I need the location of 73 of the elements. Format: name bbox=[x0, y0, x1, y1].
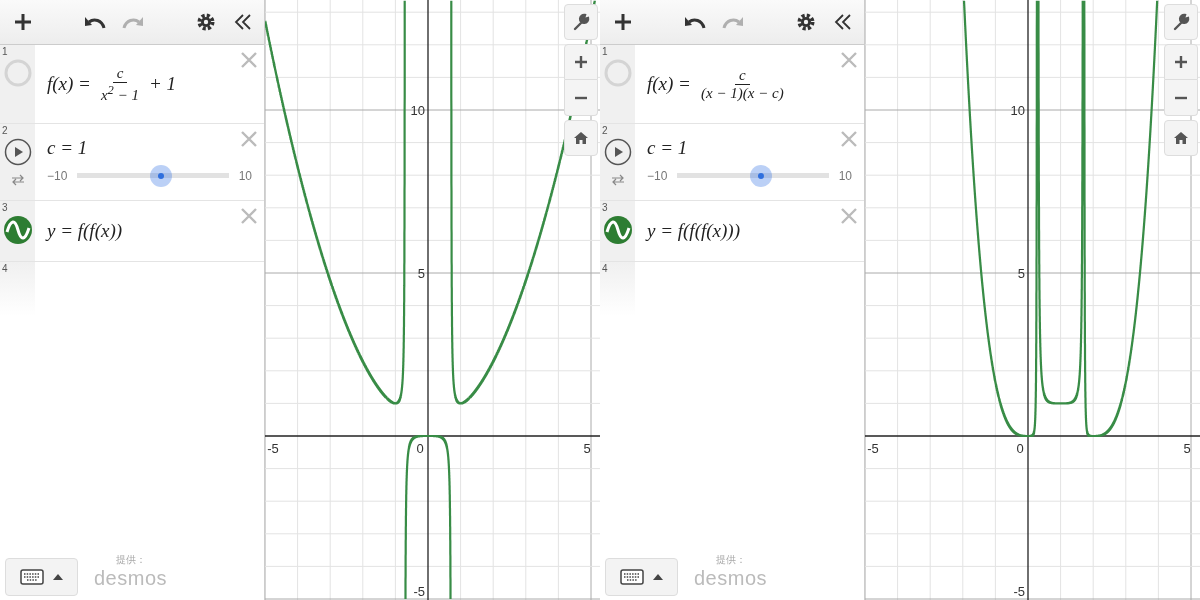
row-number: 3 bbox=[602, 202, 608, 213]
math-expression[interactable]: c = 1 bbox=[47, 137, 252, 159]
axis-label: 0 bbox=[1016, 441, 1024, 456]
credit-label: 提供： bbox=[715, 553, 746, 567]
home-icon bbox=[1173, 131, 1189, 145]
slider-max: 10 bbox=[238, 169, 252, 183]
credit-label: 提供： bbox=[115, 553, 146, 567]
settings-wrench-button[interactable] bbox=[564, 4, 598, 40]
close-icon bbox=[240, 130, 258, 148]
loop-icon[interactable] bbox=[10, 174, 25, 186]
gear-icon bbox=[796, 12, 816, 32]
slider-min: −10 bbox=[647, 169, 668, 183]
zoom-in-button[interactable] bbox=[564, 44, 598, 80]
play-icon[interactable] bbox=[3, 138, 32, 166]
keyboard-button[interactable] bbox=[5, 558, 78, 596]
graph-canvas[interactable]: -5 0 5 10 5 -5 bbox=[265, 0, 600, 600]
row-number: 2 bbox=[2, 125, 8, 136]
axis-label: 5 bbox=[1183, 441, 1191, 456]
home-icon bbox=[573, 131, 589, 145]
row-number: 4 bbox=[602, 263, 608, 274]
math-expression[interactable]: y = f(f(x)) bbox=[47, 220, 252, 242]
axis-label: -5 bbox=[867, 441, 879, 456]
plus-icon bbox=[14, 13, 32, 31]
close-icon bbox=[840, 207, 858, 225]
slider-thumb[interactable] bbox=[149, 165, 172, 187]
slider-thumb[interactable] bbox=[749, 165, 772, 187]
double-chevron-icon bbox=[834, 13, 852, 31]
close-icon bbox=[240, 207, 258, 225]
plus-icon bbox=[614, 13, 632, 31]
axis-label: 5 bbox=[583, 441, 591, 456]
add-button[interactable] bbox=[12, 11, 34, 33]
loop-icon[interactable] bbox=[610, 174, 625, 186]
axis-label: 0 bbox=[416, 441, 424, 456]
axis-label: -5 bbox=[267, 441, 279, 456]
home-button[interactable] bbox=[1164, 120, 1198, 156]
plus-icon bbox=[574, 55, 588, 69]
gear-icon bbox=[196, 12, 216, 32]
settings-wrench-button[interactable] bbox=[1164, 4, 1198, 40]
wrench-icon bbox=[572, 13, 590, 31]
play-icon[interactable] bbox=[603, 138, 632, 166]
add-button[interactable] bbox=[612, 11, 634, 33]
axis-label: 10 bbox=[410, 103, 425, 118]
axis-label: -5 bbox=[413, 584, 425, 599]
row-number: 1 bbox=[2, 46, 8, 57]
row-number: 4 bbox=[2, 263, 8, 274]
math-expression[interactable]: c = 1 bbox=[647, 137, 852, 159]
keyboard-button[interactable] bbox=[605, 558, 678, 596]
math-expression[interactable]: f(x) = c x$^{2}$ − 1 + 1 bbox=[47, 64, 252, 104]
close-icon bbox=[240, 51, 258, 69]
axis-label: -5 bbox=[1013, 584, 1025, 599]
keyboard-icon bbox=[19, 569, 44, 585]
caret-icon bbox=[51, 573, 64, 581]
row-number: 3 bbox=[2, 202, 8, 213]
graph-canvas[interactable]: -5 0 5 10 5 -5 bbox=[865, 0, 1200, 600]
wave-icon[interactable] bbox=[602, 215, 633, 245]
axis-label: 10 bbox=[1010, 103, 1025, 118]
row-number: 1 bbox=[602, 46, 608, 57]
axis-label: 5 bbox=[1017, 266, 1025, 281]
math-expression[interactable]: y = f(f(f(x))) bbox=[647, 220, 852, 242]
axis-label: 5 bbox=[417, 266, 425, 281]
close-icon bbox=[840, 130, 858, 148]
row-number: 2 bbox=[602, 125, 608, 136]
plus-icon bbox=[1174, 55, 1188, 69]
wave-icon[interactable] bbox=[2, 215, 33, 245]
double-chevron-icon bbox=[234, 13, 252, 31]
caret-icon bbox=[651, 573, 664, 581]
zoom-in-button[interactable] bbox=[1164, 44, 1198, 80]
slider-min: −10 bbox=[47, 169, 68, 183]
home-button[interactable] bbox=[564, 120, 598, 156]
close-icon bbox=[840, 51, 858, 69]
slider-max: 10 bbox=[838, 169, 852, 183]
wrench-icon bbox=[1172, 13, 1190, 31]
keyboard-icon bbox=[619, 569, 644, 585]
